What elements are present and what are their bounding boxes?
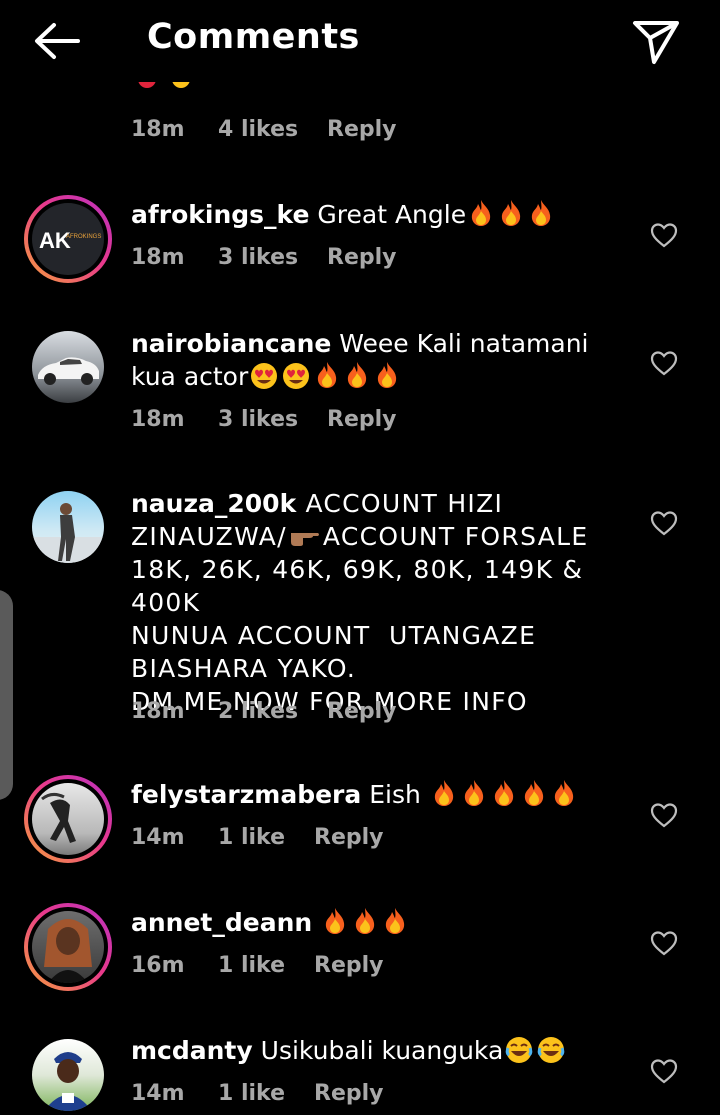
fire-emoji-icon [552,779,576,807]
comment-text-line: BIASHARA YAKO. [131,654,357,683]
heart-outline-icon[interactable] [650,802,678,828]
comment-text: Great Angle [317,200,467,229]
emoji-icon [172,82,190,88]
comment-username[interactable]: annet_deann [131,908,312,937]
comment-body: mcdanty Usikubali kuanguka [131,1034,621,1067]
fire-emoji-icon [529,199,553,227]
comment-text: Usikubali kuanguka [260,1036,504,1065]
heart-outline-icon[interactable] [650,350,678,376]
reply-button[interactable]: Reply [314,825,384,850]
comment-username[interactable]: nauza_200k [131,489,296,518]
heart-outline-icon[interactable] [650,930,678,956]
tears-of-joy-emoji-icon [537,1036,565,1064]
heart-eyes-emoji-icon [282,362,310,390]
avatar[interactable]: AK AFROKINGS [24,195,112,283]
avatar-logo-text: AK [39,228,71,253]
reply-button[interactable]: Reply [314,1081,384,1106]
comment-likes[interactable]: 3 likes [218,407,298,432]
fire-emoji-icon [499,199,523,227]
heart-outline-icon[interactable] [650,1058,678,1084]
car-photo [38,357,99,385]
comment-likes[interactable]: 1 like [218,825,285,850]
comment-text-line: NUNUA ACCOUNT UTANGAZE [131,621,537,650]
person-photo [44,919,92,983]
reply-button[interactable]: Reply [327,117,397,142]
comment-text-line: 18K, 26K, 46K, 69K, 80K, 149K & 400K [131,555,584,617]
reply-button[interactable]: Reply [314,953,384,978]
comment-username[interactable]: felystarzmabera [131,780,361,809]
comment-time: 18m [131,117,185,142]
heart-outline-icon[interactable] [650,222,678,248]
arrow-left-icon [35,23,80,59]
avatar[interactable] [32,331,104,403]
person-photo [32,503,104,563]
paper-plane-icon [633,21,679,64]
partial-emoji-row [130,82,200,104]
comment-likes[interactable]: 2 likes [218,699,298,724]
person-photo [41,792,76,843]
fire-emoji-icon [432,779,456,807]
comment-text-line: ZINAUZWA/ [131,522,287,551]
header: Comments [0,0,720,82]
comment-time: 18m [131,245,185,270]
fire-emoji-icon [469,199,493,227]
comment-body: afrokings_ke Great Angle [131,198,621,231]
comment-username[interactable]: mcdanty [131,1036,253,1065]
comment-body: felystarzmabera Eish [131,778,621,811]
comment-username[interactable]: afrokings_ke [131,200,309,229]
fire-emoji-icon [315,361,339,389]
pointing-right-emoji-icon [289,522,321,550]
comment-time: 18m [131,407,185,432]
fire-emoji-icon [345,361,369,389]
back-button[interactable] [30,20,82,62]
avatar[interactable] [24,903,112,991]
page-title: Comments [147,17,360,57]
edge-panel-handle[interactable] [0,590,13,800]
reply-button[interactable]: Reply [327,245,397,270]
fire-emoji-icon [323,907,347,935]
share-button[interactable] [630,18,682,66]
fire-emoji-icon [462,779,486,807]
fire-emoji-icon [375,361,399,389]
comment-text-line: ACCOUNT HIZI [305,489,504,518]
avatar[interactable] [24,775,112,863]
avatar-logo-subtext: AFROKINGS [66,234,102,240]
fire-emoji-icon [353,907,377,935]
comment-likes[interactable]: 1 like [218,1081,285,1106]
heart-emoji-icon [138,82,156,88]
comment-body: nairobiancane Weee Kali natamani kua act… [131,327,621,393]
avatar[interactable] [32,491,104,563]
comment-likes[interactable]: 3 likes [218,245,298,270]
comment-text: Eish [369,780,421,809]
comment-time: 18m [131,699,185,724]
comment-username[interactable]: nairobiancane [131,329,331,358]
comment-time: 14m [131,1081,185,1106]
comment-time: 14m [131,825,185,850]
fire-emoji-icon [383,907,407,935]
comment-time: 16m [131,953,185,978]
comment-body: annet_deann [131,906,621,939]
tears-of-joy-emoji-icon [505,1036,533,1064]
comment-likes[interactable]: 4 likes [218,117,298,142]
heart-outline-icon[interactable] [650,510,678,536]
comment-likes[interactable]: 1 like [218,953,285,978]
fire-emoji-icon [522,779,546,807]
person-photo [44,1052,92,1111]
reply-button[interactable]: Reply [327,407,397,432]
fire-emoji-icon [492,779,516,807]
reply-button[interactable]: Reply [327,699,397,724]
heart-eyes-emoji-icon [250,362,278,390]
comment-body: nauza_200k ACCOUNT HIZI ZINAUZWA/ACCOUNT… [131,487,631,718]
comment-text-line: ACCOUNT FORSALE [322,522,589,551]
avatar[interactable] [32,1039,104,1111]
